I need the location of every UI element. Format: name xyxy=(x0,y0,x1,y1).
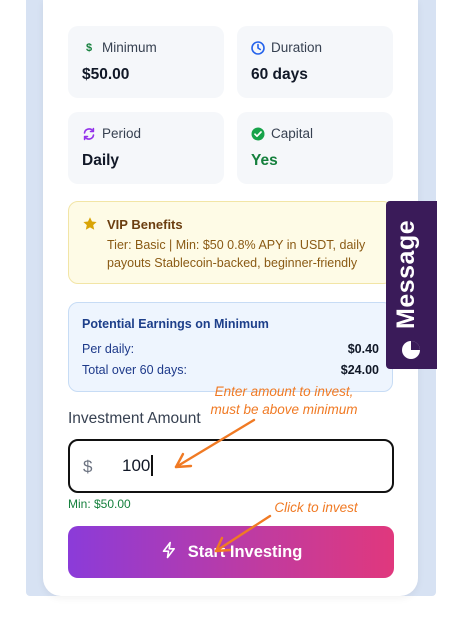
chat-icon xyxy=(401,340,421,365)
earnings-total-label: Total over 60 days: xyxy=(82,363,187,377)
vip-text: Tier: Basic | Min: $50 0.8% APY in USDT,… xyxy=(107,238,366,270)
annotation-invest-hint: Click to invest xyxy=(274,500,358,515)
stat-capital-label: Capital xyxy=(271,126,314,141)
stat-duration-value: 60 days xyxy=(251,66,308,83)
stat-minimum: $ Minimum $50.00 xyxy=(68,26,224,98)
check-circle-icon xyxy=(251,127,265,141)
stat-period-label: Period xyxy=(102,126,142,141)
refresh-icon xyxy=(82,127,96,141)
message-tab[interactable]: Message xyxy=(386,201,437,369)
stat-duration: Duration 60 days xyxy=(237,26,393,98)
star-icon xyxy=(82,216,98,237)
clock-icon xyxy=(251,40,265,55)
lightning-icon xyxy=(160,541,178,564)
start-investing-button[interactable]: Start Investing xyxy=(68,526,394,578)
currency-symbol: $ xyxy=(83,457,93,476)
stat-capital: Capital Yes xyxy=(237,112,393,184)
message-tab-label: Message xyxy=(392,219,420,329)
stat-period: Period Daily xyxy=(68,112,224,184)
earnings-title: Potential Earnings on Minimum xyxy=(82,317,269,331)
investment-amount-input[interactable]: $ 100 xyxy=(68,439,394,493)
start-investing-label: Start Investing xyxy=(187,542,303,561)
earnings-daily-value: $0.40 xyxy=(347,342,379,356)
earnings-total-value: $24.00 xyxy=(340,363,379,377)
investment-amount-label: Investment Amount xyxy=(68,410,201,427)
potential-earnings-box: Potential Earnings on Minimum Per daily:… xyxy=(68,302,393,392)
vip-benefits-box: VIP Benefits Tier: Basic | Min: $50 0.8%… xyxy=(68,201,393,284)
annotation-amount-hint: Enter amount to invest, must be above mi… xyxy=(210,384,358,417)
investment-amount-value[interactable]: 100 xyxy=(122,456,150,476)
text-caret xyxy=(151,455,153,476)
vip-title: VIP Benefits xyxy=(107,217,183,232)
earnings-daily-label: Per daily: xyxy=(82,342,135,356)
stat-capital-value: Yes xyxy=(251,152,278,169)
stat-minimum-label: Minimum xyxy=(102,40,157,55)
stat-minimum-value: $50.00 xyxy=(82,66,130,83)
minimum-note: Min: $50.00 xyxy=(68,497,131,511)
earnings-row-daily: Per daily: $0.40 xyxy=(82,342,379,356)
earnings-row-total: Total over 60 days: $24.00 xyxy=(82,363,379,377)
dollar-icon: $ xyxy=(85,41,93,54)
stat-duration-label: Duration xyxy=(271,40,323,55)
stat-period-value: Daily xyxy=(82,152,120,169)
